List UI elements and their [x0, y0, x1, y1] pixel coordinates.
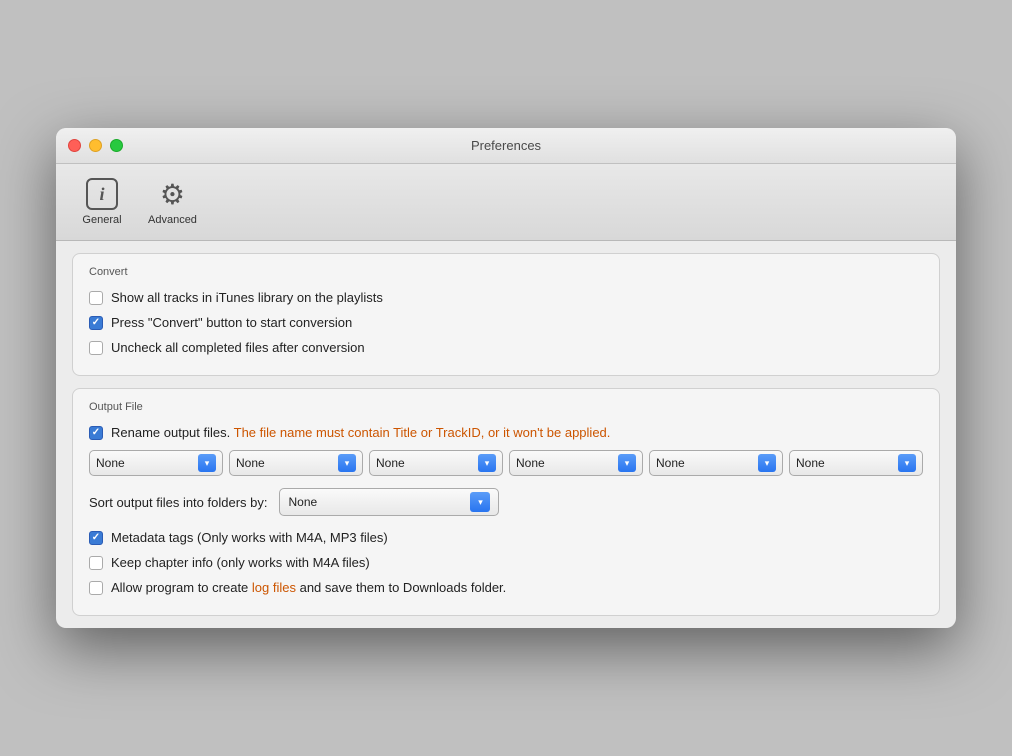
toolbar: i General ⚙ Advanced — [56, 164, 956, 241]
filename-dropdown-3[interactable]: None ▾ — [369, 450, 503, 476]
content-area: Convert Show all tracks in iTunes librar… — [56, 241, 956, 628]
sort-label: Sort output files into folders by: — [89, 495, 267, 510]
allow-log-checkbox[interactable] — [89, 581, 103, 595]
metadata-section: Metadata tags (Only works with M4A, MP3 … — [89, 530, 923, 595]
metadata-tags-label: Metadata tags (Only works with M4A, MP3 … — [111, 530, 388, 545]
show-all-tracks-label: Show all tracks in iTunes library on the… — [111, 290, 383, 305]
window-controls — [68, 139, 123, 152]
keep-chapter-checkbox[interactable] — [89, 556, 103, 570]
filename-dropdowns-row: None ▾ None ▾ None ▾ None ▾ None ▾ — [89, 450, 923, 476]
minimize-button[interactable] — [89, 139, 102, 152]
output-file-section-title: Output File — [89, 401, 923, 413]
toolbar-advanced[interactable]: ⚙ Advanced — [140, 172, 205, 230]
allow-log-suffix: and save them to Downloads folder. — [296, 580, 506, 595]
log-files-link[interactable]: log files — [252, 580, 296, 595]
keep-chapter-row: Keep chapter info (only works with M4A f… — [89, 555, 923, 570]
dropdown-3-arrow-icon: ▾ — [478, 454, 496, 472]
rename-checkbox-row: Rename output files. The file name must … — [89, 425, 923, 440]
titlebar: Preferences — [56, 128, 956, 164]
output-file-section: Output File Rename output files. The fil… — [72, 388, 940, 616]
convert-section-title: Convert — [89, 266, 923, 278]
dropdown-6-arrow-icon: ▾ — [898, 454, 916, 472]
press-convert-checkbox[interactable] — [89, 316, 103, 330]
sort-dropdown-label: None — [288, 495, 470, 509]
metadata-tags-row: Metadata tags (Only works with M4A, MP3 … — [89, 530, 923, 545]
convert-section: Convert Show all tracks in iTunes librar… — [72, 253, 940, 376]
allow-log-row: Allow program to create log files and sa… — [89, 580, 923, 595]
dropdown-5-label: None — [656, 456, 758, 470]
checkbox-row-show-tracks: Show all tracks in iTunes library on the… — [89, 290, 923, 305]
rename-label-prefix: Rename output files. — [111, 425, 230, 440]
filename-dropdown-4[interactable]: None ▾ — [509, 450, 643, 476]
rename-output-checkbox[interactable] — [89, 426, 103, 440]
dropdown-5-arrow-icon: ▾ — [758, 454, 776, 472]
rename-label-highlight: The file name must contain Title or Trac… — [234, 425, 611, 440]
sort-row: Sort output files into folders by: None … — [89, 488, 923, 516]
sort-dropdown[interactable]: None ▾ — [279, 488, 499, 516]
dropdown-3-label: None — [376, 456, 478, 470]
close-button[interactable] — [68, 139, 81, 152]
dropdown-1-arrow-icon: ▾ — [198, 454, 216, 472]
dropdown-6-label: None — [796, 456, 898, 470]
advanced-label: Advanced — [148, 214, 197, 226]
keep-chapter-label: Keep chapter info (only works with M4A f… — [111, 555, 370, 570]
filename-dropdown-2[interactable]: None ▾ — [229, 450, 363, 476]
sort-dropdown-arrow-icon: ▾ — [470, 492, 490, 512]
maximize-button[interactable] — [110, 139, 123, 152]
filename-dropdown-1[interactable]: None ▾ — [89, 450, 223, 476]
dropdown-1-label: None — [96, 456, 198, 470]
metadata-tags-checkbox[interactable] — [89, 531, 103, 545]
press-convert-label: Press "Convert" button to start conversi… — [111, 315, 352, 330]
info-icon: i — [84, 176, 120, 212]
allow-log-prefix: Allow program to create — [111, 580, 252, 595]
filename-dropdown-5[interactable]: None ▾ — [649, 450, 783, 476]
dropdown-2-label: None — [236, 456, 338, 470]
dropdown-2-arrow-icon: ▾ — [338, 454, 356, 472]
uncheck-completed-checkbox[interactable] — [89, 341, 103, 355]
window-title: Preferences — [471, 138, 541, 153]
gear-icon: ⚙ — [154, 176, 190, 212]
allow-log-label: Allow program to create log files and sa… — [111, 580, 506, 595]
filename-dropdown-6[interactable]: None ▾ — [789, 450, 923, 476]
uncheck-completed-label: Uncheck all completed files after conver… — [111, 340, 365, 355]
toolbar-general[interactable]: i General — [72, 172, 132, 230]
dropdown-4-arrow-icon: ▾ — [618, 454, 636, 472]
show-all-tracks-checkbox[interactable] — [89, 291, 103, 305]
dropdown-4-label: None — [516, 456, 618, 470]
checkbox-row-press-convert: Press "Convert" button to start conversi… — [89, 315, 923, 330]
preferences-window: Preferences i General ⚙ Advanced Convert… — [56, 128, 956, 628]
checkbox-row-uncheck-completed: Uncheck all completed files after conver… — [89, 340, 923, 355]
general-label: General — [82, 214, 121, 226]
rename-output-label: Rename output files. The file name must … — [111, 425, 610, 440]
